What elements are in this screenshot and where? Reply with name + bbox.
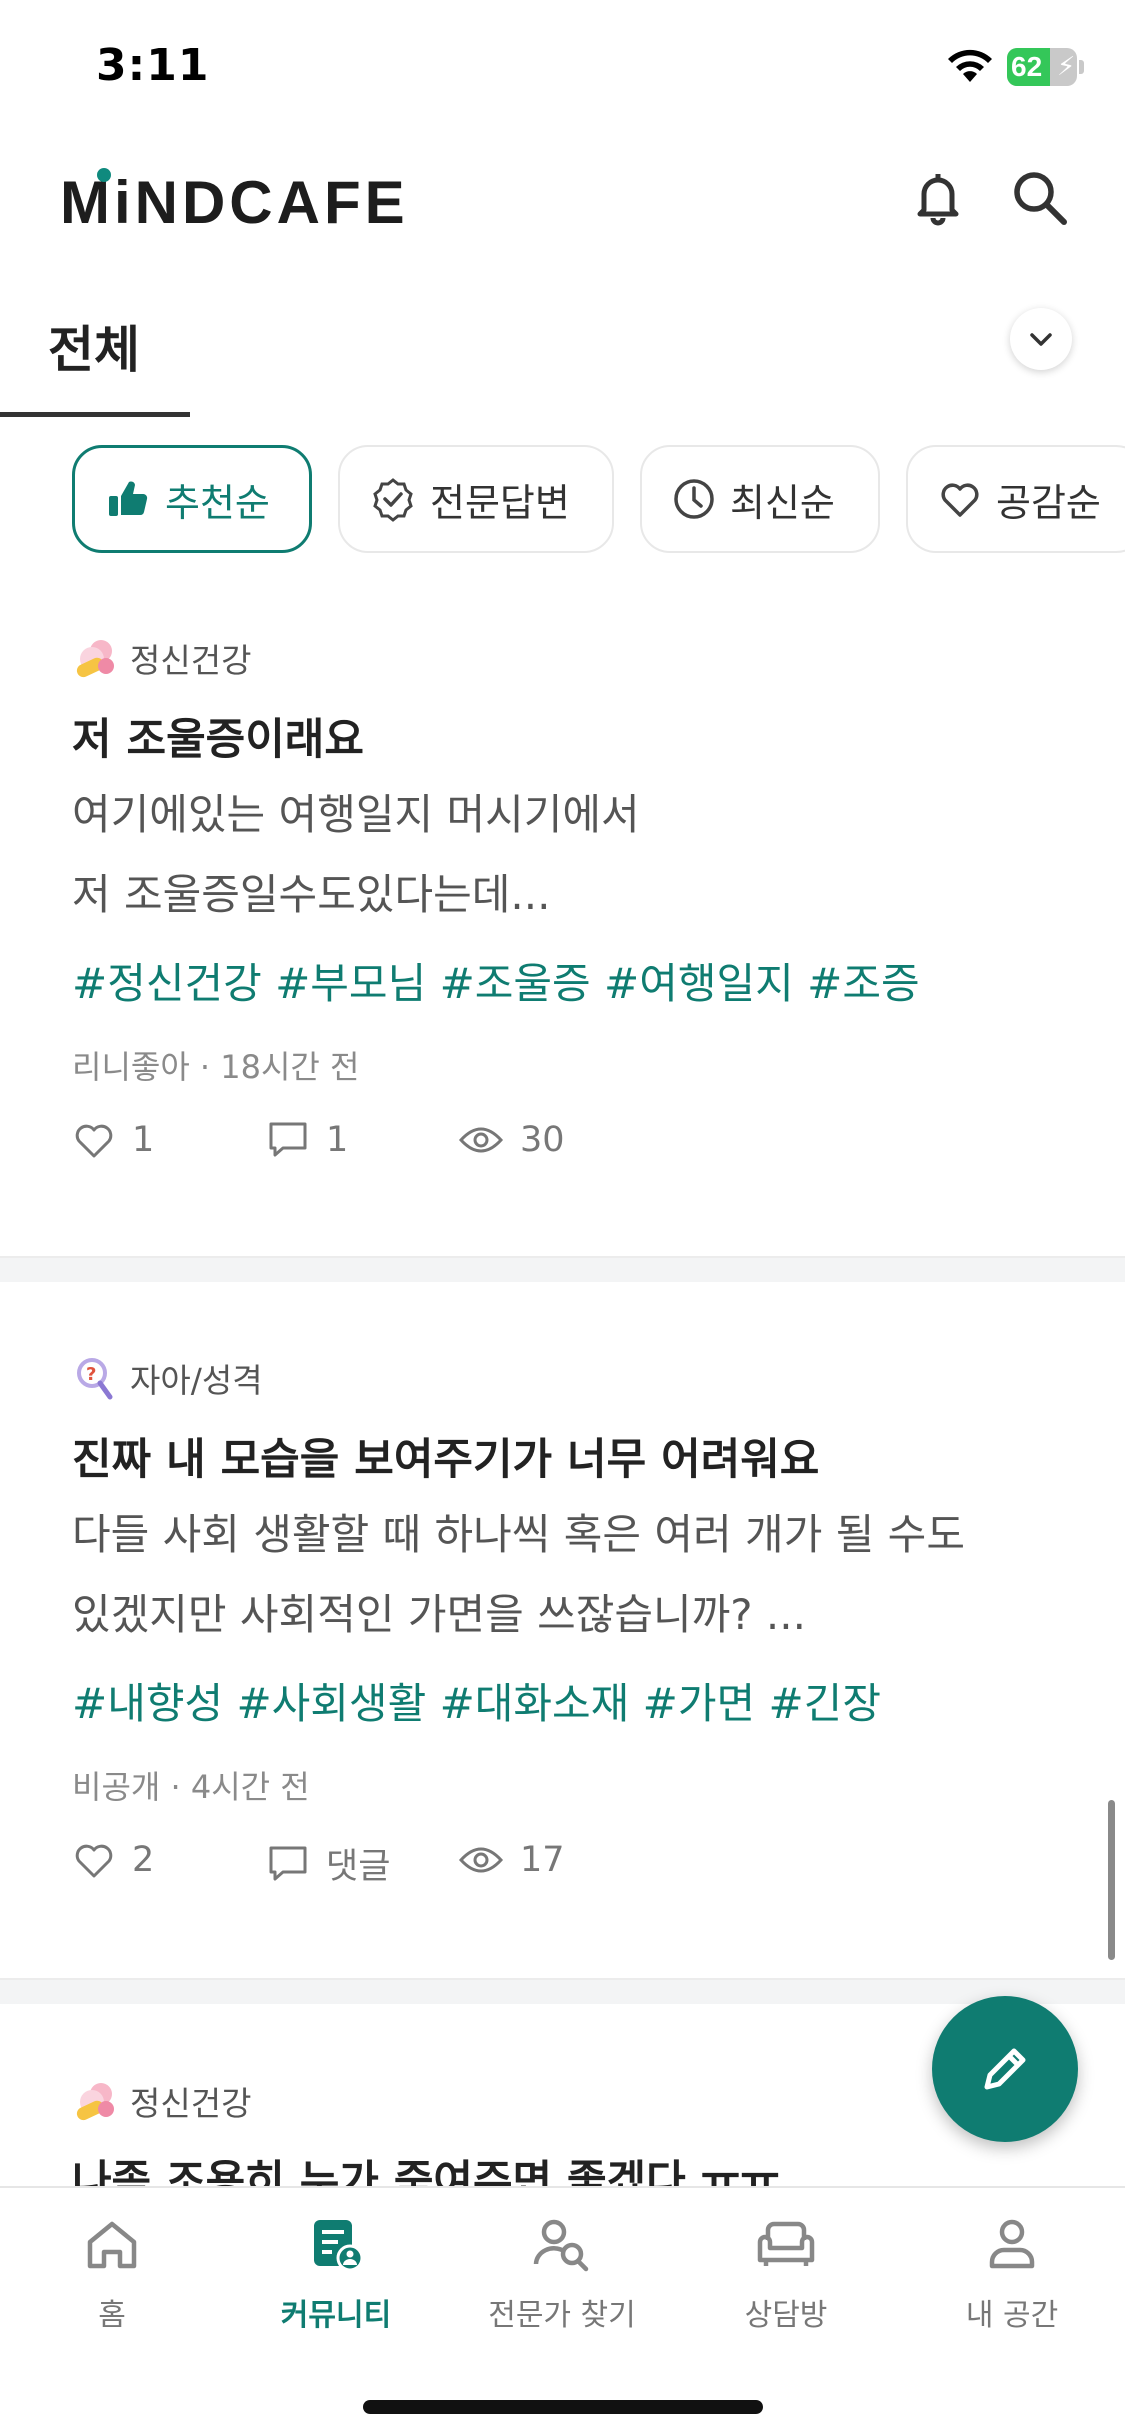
find-expert-icon — [533, 2219, 589, 2272]
nav-counseling-room[interactable]: 상담방 — [686, 2214, 886, 2334]
post-body: 여기에있는 여행일지 머시기에서 저 조울증일수도있다는데... — [72, 790, 640, 919]
category-tabs: 전체 — [0, 270, 1125, 420]
post-meta: 리니좋아 · 18시간 전 — [72, 1048, 360, 1086]
post-category: ? 자아/성격 — [72, 1354, 263, 1402]
battery-level: 62 — [1011, 51, 1043, 82]
thumbs-up-icon — [109, 481, 148, 516]
heart-icon — [75, 1844, 113, 1878]
pills-icon — [76, 640, 114, 678]
logo-dot — [97, 168, 111, 182]
svg-text:?: ? — [86, 1364, 96, 1385]
filter-label: 전문답변 — [430, 480, 570, 525]
home-icon — [87, 2221, 137, 2269]
category-dropdown-button[interactable] — [1010, 308, 1072, 370]
sofa-icon — [757, 2221, 815, 2266]
filter-expert-answer[interactable]: 전문답변 — [338, 445, 614, 553]
app-header: MiNDCAFE — [0, 150, 1125, 250]
view-count: 30 — [520, 1120, 565, 1160]
tab-all[interactable]: 전체 — [48, 310, 140, 382]
tab-underline — [0, 412, 190, 417]
post-title: 저 조울증이래요 — [72, 715, 364, 765]
like-count: 2 — [132, 1840, 155, 1880]
filter-recommended[interactable]: 추천순 — [72, 445, 312, 553]
pills-icon — [76, 2083, 114, 2121]
like-stat[interactable]: 1 — [72, 1118, 154, 1162]
post-card[interactable]: 정신건강 저 조울증이래요 여기에있는 여행일지 머시기에서 저 조울증일수도있… — [0, 620, 1125, 1260]
magnifier-question-icon: ? — [77, 1358, 113, 1400]
like-count: 1 — [132, 1120, 155, 1160]
post-category: 정신건강 — [72, 2077, 251, 2125]
post-tags[interactable]: #정신건강 #부모님 #조울증 #여행일지 #조증 — [72, 950, 920, 1011]
pencil-icon — [984, 2048, 1026, 2090]
nav-community[interactable]: 커뮤니티 — [236, 2214, 436, 2334]
person-icon — [989, 2219, 1035, 2269]
battery-icon: 62 ⚡ — [1007, 48, 1084, 86]
eye-icon — [458, 1127, 504, 1153]
home-indicator — [363, 2400, 763, 2414]
view-count: 17 — [520, 1840, 565, 1880]
post-tags[interactable]: #내향성 #사회생활 #대화소재 #가면 #긴장 — [72, 1670, 881, 1731]
post-card[interactable]: ? 자아/성격 진짜 내 모습을 보여주기가 너무 어려워요 다들 사회 생활할… — [0, 1340, 1125, 1980]
scrollbar[interactable] — [1108, 1800, 1115, 1960]
filter-label: 추천순 — [165, 480, 270, 525]
post-body: 다들 사회 생활할 때 하나씩 혹은 여러 개가 될 수도 있겠지만 사회적인 … — [72, 1510, 965, 1639]
comment-count: 1 — [326, 1120, 349, 1160]
status-bar: 3:11 62 ⚡ — [0, 0, 1125, 135]
view-stat: 30 — [458, 1118, 565, 1162]
bottom-nav: 홈 커뮤니티 전문가 찾기 상담방 내 공간 — [0, 2186, 1125, 2436]
comment-stat[interactable]: 댓글 — [266, 1838, 390, 1889]
post-title: 진짜 내 모습을 보여주기가 너무 어려워요 — [72, 1435, 820, 1485]
post-divider — [0, 1256, 1125, 1282]
app-logo: MiNDCAFE — [60, 169, 409, 236]
status-time: 3:11 — [96, 40, 210, 91]
post-stats: 1 1 30 — [72, 1118, 972, 1168]
filter-label: 최신순 — [730, 480, 835, 525]
heart-icon — [941, 483, 979, 517]
verified-badge-icon — [373, 478, 413, 522]
comment-icon — [269, 1122, 307, 1157]
clock-icon — [674, 479, 714, 519]
nav-home[interactable]: 홈 — [12, 2214, 212, 2334]
post-meta: 비공개 · 4시간 전 — [72, 1768, 310, 1806]
view-stat: 17 — [458, 1838, 565, 1882]
comment-icon — [269, 1846, 307, 1880]
wifi-icon — [948, 49, 992, 82]
post-divider — [0, 1978, 1125, 2004]
post-title: 나좀 조용히 누가 죽여주면 좋겠다 ㅠㅠ — [72, 2157, 780, 2186]
comment-stat[interactable]: 1 — [266, 1118, 348, 1162]
chevron-down-icon — [1030, 333, 1052, 346]
filter-label: 공감순 — [996, 480, 1101, 525]
filter-chips: 추천순 전문답변 최신순 공감순 — [0, 445, 1125, 555]
post-stats: 2 댓글 17 — [72, 1838, 972, 1888]
community-icon — [314, 2220, 364, 2272]
filter-latest[interactable]: 최신순 — [640, 445, 880, 553]
write-post-button[interactable] — [932, 1996, 1078, 2142]
filter-empathy[interactable]: 공감순 — [906, 445, 1125, 553]
post-category: 정신건강 — [72, 634, 251, 682]
nav-my-space[interactable]: 내 공간 — [912, 2214, 1112, 2334]
eye-icon — [458, 1847, 504, 1873]
nav-find-expert[interactable]: 전문가 찾기 — [462, 2214, 662, 2334]
heart-icon — [75, 1124, 113, 1158]
comment-count: 댓글 — [326, 1847, 391, 1887]
like-stat[interactable]: 2 — [72, 1838, 154, 1882]
bell-icon[interactable] — [906, 166, 970, 230]
search-icon[interactable] — [1008, 166, 1072, 230]
